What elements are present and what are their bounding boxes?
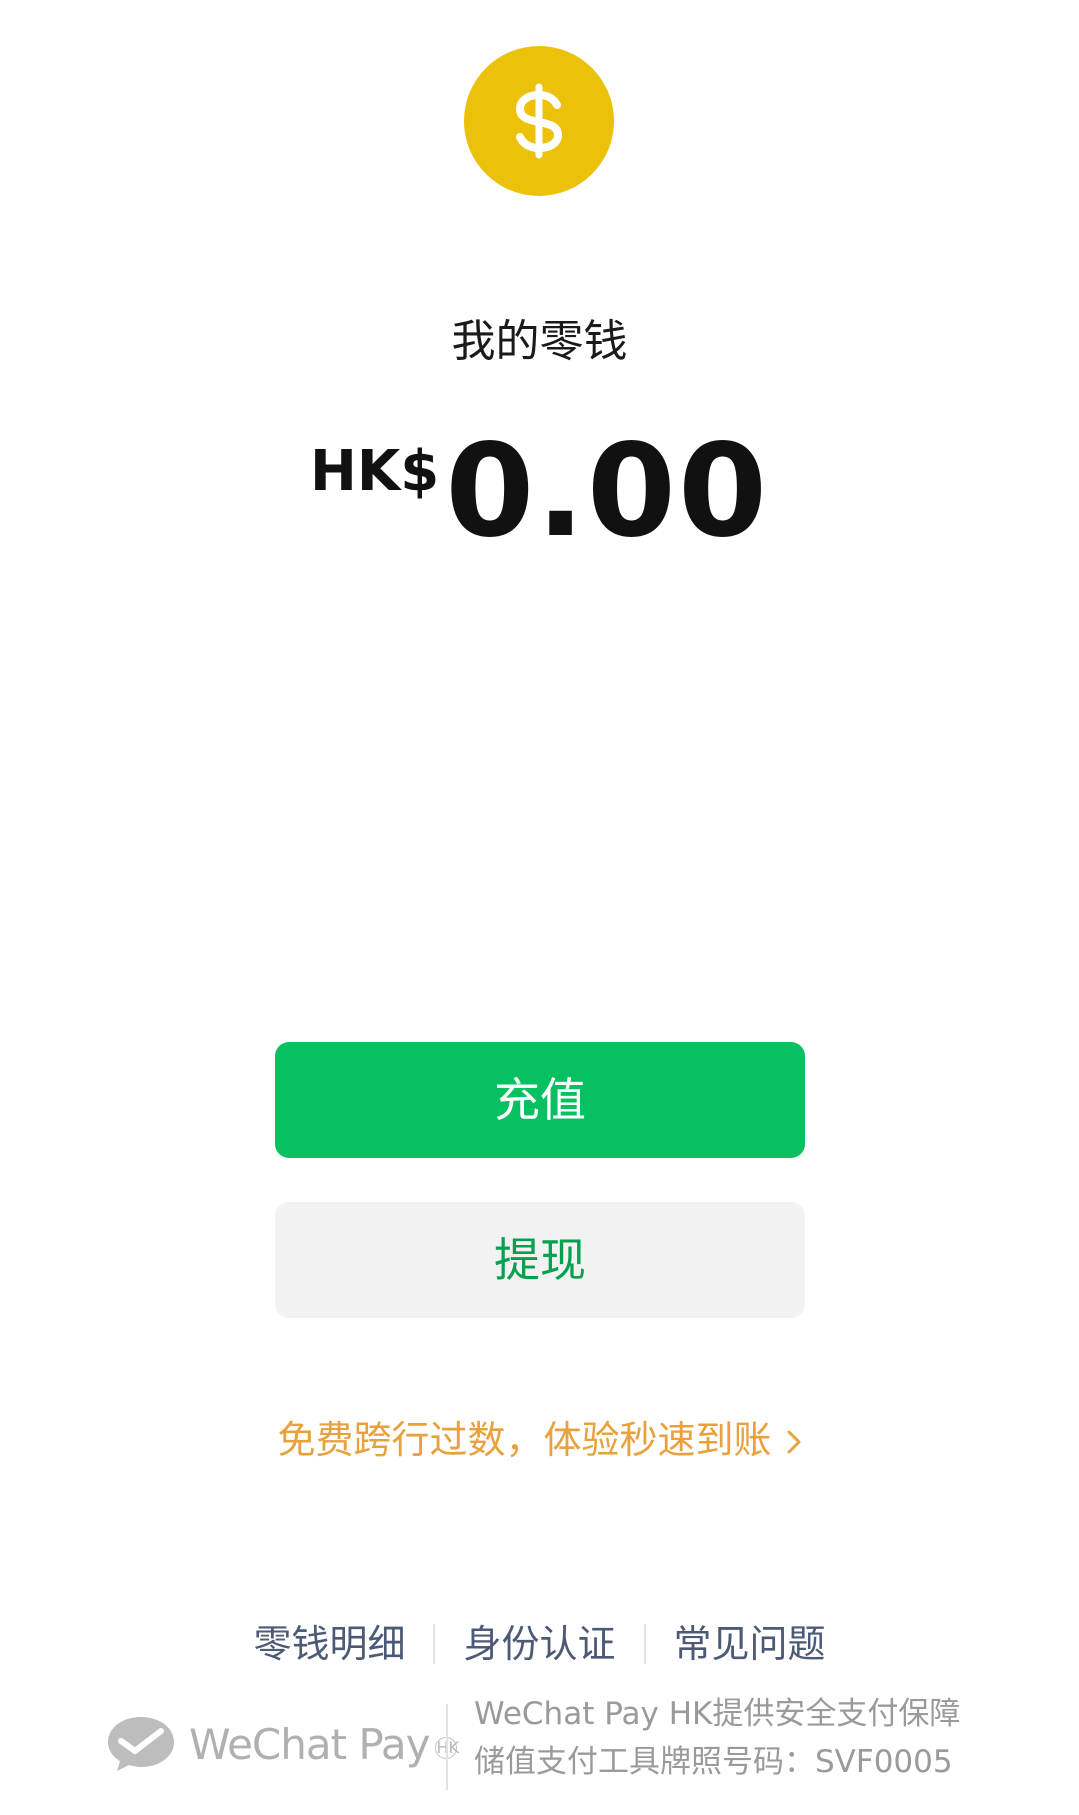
brand-name: WeChat Pay (189, 1719, 430, 1769)
top-up-button[interactable]: 充值 (275, 1042, 805, 1158)
dollar-coin-icon (464, 46, 614, 196)
withdraw-button[interactable]: 提现 (275, 1202, 805, 1318)
footer-security-line: WeChat Pay HK提供安全支付保障 (474, 1696, 961, 1732)
dollar-sign-icon (515, 83, 563, 159)
balance-currency: HK$ (309, 439, 440, 504)
promo-text: 免费跨行过数，体验秒速到账 (277, 1418, 772, 1462)
wechat-pay-logo-icon (108, 1717, 174, 1771)
footer-info: WeChat Pay HK提供安全支付保障 储值支付工具牌照号码：SVF0005 (474, 1690, 960, 1786)
footer-license-line: 储值支付工具牌照号码：SVF0005 (474, 1744, 953, 1780)
link-identity-verification[interactable]: 身份认证 (435, 1618, 643, 1670)
link-balance-details[interactable]: 零钱明细 (225, 1618, 433, 1670)
bottom-links: 零钱明细 身份认证 常见问题 (0, 1618, 1079, 1670)
wechat-pay-brand: WeChat Pay HK (105, 1704, 459, 1784)
page-title: 我的零钱 (451, 316, 628, 367)
link-faq[interactable]: 常见问题 (646, 1618, 854, 1670)
promo-link[interactable]: 免费跨行过数，体验秒速到账 (0, 1412, 1079, 1471)
balance-amount: 0.00 (445, 417, 770, 566)
footer: WeChat Pay HK WeChat Pay HK提供安全支付保障 储值支付… (0, 1690, 1079, 1800)
footer-divider (446, 1704, 448, 1790)
chevron-right-icon (786, 1415, 802, 1471)
balance-display: HK$ 0.00 (0, 428, 1079, 558)
